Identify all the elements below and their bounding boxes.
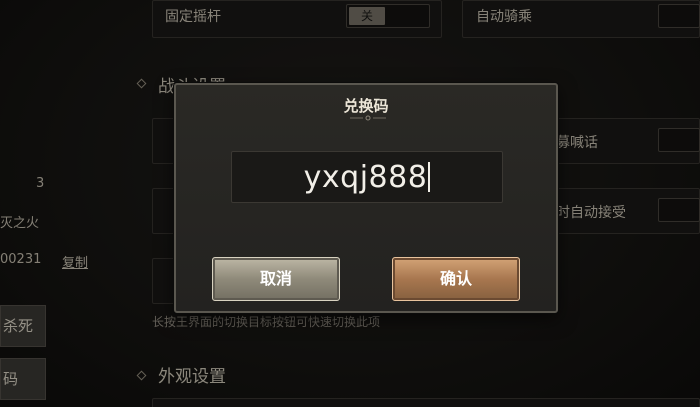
confirm-button[interactable]: 确认 xyxy=(392,257,520,301)
redeem-code-dialog: 兑换码 yxqj888 取消 确认 xyxy=(174,83,558,313)
text-caret xyxy=(428,162,431,192)
title-ornament-icon xyxy=(350,115,386,121)
redeem-code-input[interactable]: yxqj888 xyxy=(231,151,503,203)
code-text: yxqj888 xyxy=(303,160,428,195)
cancel-button[interactable]: 取消 xyxy=(212,257,340,301)
code-input-value: yxqj888 xyxy=(232,160,502,195)
dialog-title: 兑换码 xyxy=(343,97,389,115)
